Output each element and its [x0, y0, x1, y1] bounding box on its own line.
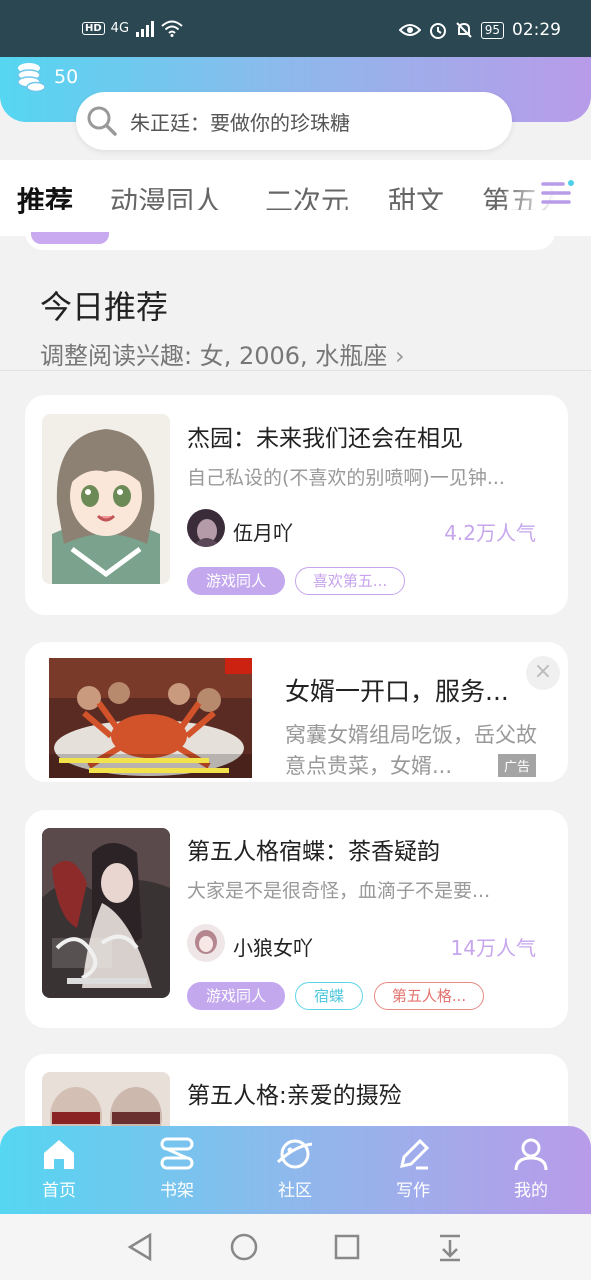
- popularity-count: 14万人气: [450, 936, 536, 960]
- battery-indicator: 95: [480, 21, 504, 39]
- genre-tag[interactable]: 喜欢第五...: [295, 567, 405, 595]
- ad-card[interactable]: 女婿一开口，服务... 窝囊女婿组局吃饭，岳父故意点贵菜，女婿... × 广告: [25, 642, 568, 782]
- author-avatar[interactable]: [187, 924, 225, 962]
- status-bar: HD 4G 95 02:29: [0, 0, 591, 57]
- genre-tag[interactable]: 游戏同人: [187, 567, 285, 595]
- status-right: 95 02:29: [398, 20, 561, 40]
- status-left: HD 4G: [82, 20, 183, 37]
- ad-badge: 广告: [497, 754, 536, 777]
- user-icon: [514, 1138, 548, 1171]
- book-title[interactable]: 第五人格:亲爱的摄殓: [187, 1076, 402, 1110]
- eye-icon: [398, 24, 421, 36]
- ad-image[interactable]: [49, 658, 252, 778]
- partial-tag: [31, 232, 109, 244]
- bookshelf-icon: [160, 1137, 194, 1170]
- planet-icon: [276, 1139, 313, 1169]
- nav-community[interactable]: 社区: [250, 1136, 340, 1201]
- reading-interest-text: 调整阅读兴趣: 女, 2006, 水瓶座: [40, 342, 388, 370]
- search-placeholder: 朱正廷：要做你的珍珠糖: [130, 110, 350, 135]
- coin-balance[interactable]: 50: [14, 60, 78, 94]
- home-circle-icon[interactable]: [229, 1232, 259, 1262]
- section-title: 今日推荐: [40, 288, 169, 326]
- nav-home[interactable]: 首页: [14, 1136, 104, 1201]
- bottom-navigation: 首页 书架 社区 写作 我的: [0, 1126, 591, 1214]
- category-menu-icon[interactable]: [539, 176, 577, 210]
- book-description: 自己私设的(不喜欢的别喷啊)一见钟...: [187, 467, 505, 489]
- book-description: 大家是不是很奇怪，血滴子不是要...: [187, 880, 491, 902]
- genre-tag[interactable]: 宿蝶: [295, 982, 363, 1010]
- wifi-icon: [161, 20, 183, 37]
- nav-bookshelf[interactable]: 书架: [132, 1136, 222, 1201]
- book-card[interactable]: 第五人格宿蝶：茶香疑韵 大家是不是很奇怪，血滴子不是要... 小狼女吖 14万人…: [25, 810, 568, 1028]
- network-indicator: 4G: [110, 21, 130, 36]
- alarm-icon: [429, 23, 446, 39]
- author-name[interactable]: 小狼女吖: [233, 932, 313, 961]
- nav-write-label: 写作: [396, 1181, 430, 1201]
- genre-tag[interactable]: 游戏同人: [187, 982, 285, 1010]
- coins-icon: [17, 63, 46, 93]
- mute-bell-icon: [456, 22, 472, 38]
- genre-tag[interactable]: 第五人格...: [374, 982, 484, 1010]
- nav-profile-label: 我的: [514, 1181, 548, 1201]
- search-icon: [87, 106, 117, 136]
- signal-icon: [136, 20, 155, 37]
- nav-bookshelf-label: 书架: [160, 1181, 194, 1201]
- book-cover[interactable]: [42, 828, 170, 998]
- coin-count: 50: [54, 66, 79, 88]
- system-navigation-bar: [0, 1214, 591, 1280]
- author-name[interactable]: 伍月吖: [233, 517, 293, 546]
- home-icon: [44, 1140, 74, 1169]
- book-cover[interactable]: [42, 414, 170, 584]
- divider: [0, 370, 591, 371]
- popularity-count: 4.2万人气: [444, 521, 536, 545]
- book-card[interactable]: 杰园：未来我们还会在相见 自己私设的(不喜欢的别喷啊)一见钟... 伍月吖 4.…: [25, 395, 568, 615]
- search-input[interactable]: 朱正廷：要做你的珍珠糖: [76, 92, 512, 150]
- author-avatar[interactable]: [187, 509, 225, 547]
- nav-profile[interactable]: 我的: [486, 1136, 576, 1201]
- pen-icon: [400, 1138, 430, 1170]
- ad-close-button[interactable]: ×: [526, 656, 560, 690]
- reading-interest-link[interactable]: 调整阅读兴趣: 女, 2006, 水瓶座 ›: [40, 336, 405, 371]
- ad-title[interactable]: 女婿一开口，服务...: [285, 672, 509, 708]
- hd-badge: HD: [82, 22, 105, 35]
- nav-community-label: 社区: [278, 1181, 312, 1201]
- chevron-right-icon: ›: [394, 342, 405, 370]
- book-title[interactable]: 杰园：未来我们还会在相见: [187, 419, 463, 453]
- nav-write[interactable]: 写作: [368, 1136, 458, 1201]
- status-time: 02:29: [512, 20, 561, 40]
- back-icon[interactable]: [126, 1232, 154, 1262]
- partial-card: [25, 210, 555, 250]
- book-title[interactable]: 第五人格宿蝶：茶香疑韵: [187, 832, 440, 866]
- recents-icon[interactable]: [333, 1232, 361, 1262]
- notification-pulldown-icon[interactable]: [437, 1232, 463, 1262]
- nav-home-label: 首页: [42, 1181, 76, 1201]
